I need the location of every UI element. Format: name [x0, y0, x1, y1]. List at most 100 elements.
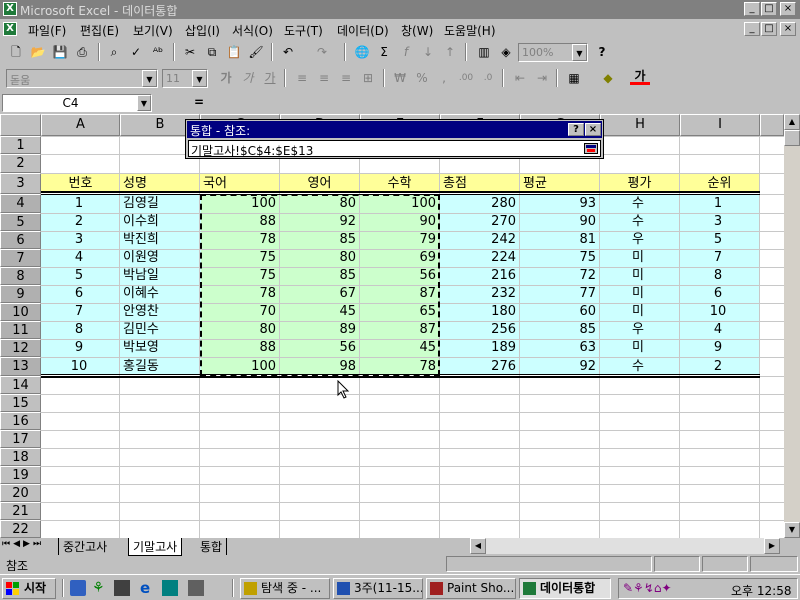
table-cell[interactable]: 280 — [440, 195, 516, 212]
table-cell[interactable]: 10 — [41, 358, 117, 375]
doc-restore-button[interactable]: □ — [761, 22, 777, 36]
table-cell[interactable]: 김영길 — [120, 195, 196, 212]
start-button[interactable]: 시작 — [2, 578, 56, 599]
comma-icon[interactable]: , — [434, 69, 454, 87]
table-cell[interactable]: 256 — [440, 321, 516, 338]
table-cell[interactable]: 10 — [680, 303, 756, 320]
table-cell[interactable]: 81 — [520, 231, 596, 248]
scroll-thumb[interactable] — [784, 130, 800, 146]
table-cell[interactable]: 9 — [41, 339, 117, 356]
doc-close-button[interactable]: × — [780, 22, 796, 36]
row-header[interactable]: 19 — [0, 466, 41, 484]
table-cell[interactable]: 홍길동 — [120, 358, 196, 375]
table-cell[interactable]: 45 — [280, 303, 356, 320]
table-cell[interactable]: 80 — [280, 195, 356, 212]
vertical-scrollbar[interactable]: ▲ ▼ — [784, 114, 800, 538]
table-cell[interactable]: 이원영 — [120, 249, 196, 266]
menu-view[interactable]: 보기(V) — [133, 22, 173, 39]
format-painter-icon[interactable]: 🖌 — [246, 43, 266, 61]
row-header[interactable]: 3 — [0, 173, 41, 194]
table-cell[interactable]: 7 — [680, 249, 756, 266]
row-header[interactable]: 7 — [0, 249, 41, 267]
table-cell[interactable]: 6 — [41, 285, 117, 302]
table-cell[interactable]: 4 — [680, 321, 756, 338]
tray-icons[interactable]: ✎⚘↯⌂✦ — [623, 581, 672, 595]
center-icon[interactable]: ≡ — [314, 69, 334, 87]
table-cell[interactable]: 7 — [41, 303, 117, 320]
table-cell[interactable]: 276 — [440, 358, 516, 375]
sort-asc-icon[interactable]: ↓ — [418, 43, 438, 61]
table-cell[interactable]: 85 — [280, 267, 356, 284]
row-header[interactable]: 6 — [0, 231, 41, 249]
hyperlink-icon[interactable]: 🌐 — [352, 43, 372, 61]
row-header[interactable]: 13 — [0, 357, 41, 376]
table-cell[interactable]: 242 — [440, 231, 516, 248]
table-cell[interactable]: 3 — [680, 213, 756, 230]
table-cell[interactable]: 89 — [280, 321, 356, 338]
chevron-down-icon[interactable]: ▼ — [572, 44, 587, 61]
formula-equals[interactable]: = — [194, 95, 204, 109]
menu-file[interactable]: 파일(F) — [28, 22, 66, 39]
header-cell[interactable]: 국어 — [200, 175, 279, 192]
table-cell[interactable]: 6 — [680, 285, 756, 302]
table-cell[interactable]: 98 — [280, 358, 356, 375]
scroll-right-icon[interactable]: ▶ — [764, 538, 780, 554]
header-cell[interactable]: 순위 — [680, 175, 759, 192]
menu-data[interactable]: 데이터(D) — [337, 22, 389, 39]
preview-icon[interactable]: ⌕ — [104, 43, 124, 61]
formula-input[interactable] — [212, 94, 798, 112]
outlook-icon[interactable] — [162, 580, 178, 596]
table-cell[interactable]: 75 — [200, 249, 276, 266]
function-icon[interactable]: f — [396, 43, 416, 61]
open-icon[interactable]: 📂 — [28, 43, 48, 61]
dec-decimal-icon[interactable]: .0 — [478, 69, 498, 87]
maximize-button[interactable]: □ — [761, 2, 777, 16]
col-header[interactable]: H — [600, 114, 680, 136]
table-cell[interactable]: 박보영 — [120, 339, 196, 356]
explorer-icon[interactable]: ⚘ — [92, 580, 108, 596]
table-cell[interactable]: 박남일 — [120, 267, 196, 284]
table-cell[interactable]: 이수희 — [120, 213, 196, 230]
merge-icon[interactable]: ⊞ — [358, 69, 378, 87]
redo-icon[interactable]: ↷ — [312, 43, 332, 61]
table-cell[interactable]: 4 — [41, 249, 117, 266]
row-header[interactable]: 17 — [0, 430, 41, 448]
table-cell[interactable]: 270 — [440, 213, 516, 230]
menu-format[interactable]: 서식(O) — [232, 22, 273, 39]
row-header[interactable]: 20 — [0, 484, 41, 502]
print-icon[interactable]: ⎙ — [72, 43, 92, 61]
table-cell[interactable]: 224 — [440, 249, 516, 266]
task-excel[interactable]: 데이터통합 — [519, 578, 611, 599]
table-cell[interactable]: 69 — [360, 249, 436, 266]
align-left-icon[interactable]: ≡ — [292, 69, 312, 87]
table-cell[interactable]: 79 — [360, 231, 436, 248]
table-cell[interactable]: 65 — [360, 303, 436, 320]
table-cell[interactable]: 8 — [680, 267, 756, 284]
menu-tools[interactable]: 도구(T) — [284, 22, 323, 39]
table-cell[interactable]: 85 — [280, 231, 356, 248]
map-icon[interactable]: ◈ — [496, 43, 516, 61]
app-icon[interactable] — [188, 580, 204, 596]
table-cell[interactable]: 우 — [600, 231, 676, 248]
table-cell[interactable]: 232 — [440, 285, 516, 302]
scroll-left-icon[interactable]: ◀ — [470, 538, 486, 554]
row-header[interactable]: 10 — [0, 303, 41, 321]
menu-help[interactable]: 도움말(H) — [444, 22, 496, 39]
task-explorer[interactable]: 탐색 중 - ... — [240, 578, 330, 599]
tab-scroll-icon[interactable]: ⏮◀▶⏭ — [2, 539, 44, 549]
reference-input[interactable]: 기말고사!$C$4:$E$13 — [188, 140, 601, 158]
fill-color-icon[interactable]: ◆ — [598, 69, 618, 87]
table-cell[interactable]: 87 — [360, 321, 436, 338]
dialog-close-button[interactable]: × — [585, 123, 601, 136]
table-cell[interactable]: 216 — [440, 267, 516, 284]
table-cell[interactable]: 60 — [520, 303, 596, 320]
font-name-combo[interactable]: 돋움 ▼ — [6, 69, 158, 88]
inc-indent-icon[interactable]: ⇥ — [532, 69, 552, 87]
table-cell[interactable]: 미 — [600, 285, 676, 302]
row-header[interactable]: 8 — [0, 267, 41, 285]
table-cell[interactable]: 75 — [200, 267, 276, 284]
save-icon[interactable]: 💾 — [50, 43, 70, 61]
table-cell[interactable]: 미 — [600, 339, 676, 356]
table-cell[interactable]: 수 — [600, 213, 676, 230]
scroll-down-icon[interactable]: ▼ — [784, 522, 800, 538]
